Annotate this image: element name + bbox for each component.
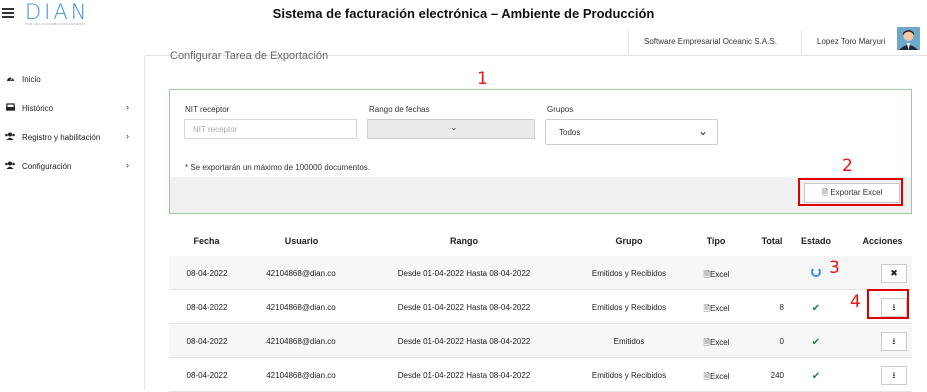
nit-input[interactable]: NIT receptor (184, 119, 357, 139)
table-row: 08-04-2022 42104868@dian.co Desde 01-04-… (169, 256, 912, 290)
check-icon: ✔ (811, 371, 821, 382)
page-title: Configurar Tarea de Exportación (170, 50, 329, 62)
check-icon: ✔ (811, 337, 821, 348)
close-icon: ✖ (890, 268, 898, 278)
sidebar-item-historico[interactable]: Histórico › (0, 97, 145, 119)
table-header: Fecha Usuario Rango Grupo Tipo Total Est… (169, 224, 912, 258)
cancel-button[interactable]: ✖ (881, 264, 907, 283)
processing-icon (809, 267, 823, 279)
download-button[interactable]: ⭳ (881, 332, 907, 351)
sidebar-item-configuracion[interactable]: Configuración › (0, 155, 145, 177)
sidebar: Inicio Histórico › Registro y habilitaci… (0, 56, 145, 390)
table-row: 08-04-2022 42104868@dian.co Desde 01-04-… (169, 290, 912, 324)
export-limit-note: * Se exportarán un máximo de 100000 docu… (185, 163, 371, 172)
download-icon: ⭳ (892, 336, 896, 346)
dashboard-icon (5, 74, 15, 84)
app-title: Sistema de facturación electrónica – Amb… (272, 6, 655, 21)
download-icon: ⭳ (892, 370, 896, 380)
download-button[interactable]: ⭳ (881, 366, 907, 385)
avatar[interactable] (897, 27, 920, 50)
highlight-export-button (798, 178, 903, 206)
users-icon (5, 132, 15, 142)
chevron-down-icon: ⌄ (450, 122, 458, 132)
top-header: DIAN POR UNA COLOMBIA MÁS HONESTA Sistem… (0, 0, 927, 29)
inbox-icon (5, 103, 15, 113)
company-name[interactable]: Software Empresarial Oceanic S.A.S. (644, 37, 777, 46)
date-range-select[interactable]: ⌄ (367, 119, 535, 139)
highlight-download-button (867, 289, 909, 319)
annotation-3: 3 (829, 258, 840, 278)
chevron-down-icon: ⌄ (697, 124, 708, 138)
date-range-label: Rango de fechas (369, 105, 430, 114)
table-row: 08-04-2022 42104868@dian.co Desde 01-04-… (169, 358, 912, 392)
groups-label: Grupos (547, 105, 574, 114)
chevron-right-icon: › (126, 160, 129, 170)
nit-label: NIT receptor (185, 105, 230, 114)
table-row: 08-04-2022 42104868@dian.co Desde 01-04-… (169, 324, 912, 358)
users-icon (5, 161, 15, 171)
chevron-right-icon: › (126, 131, 129, 141)
chevron-right-icon: › (126, 102, 129, 112)
user-name[interactable]: Lopez Toro Maryuri (817, 37, 885, 46)
sidebar-item-registro[interactable]: Registro y habilitación › (0, 126, 145, 148)
check-icon: ✔ (811, 303, 821, 314)
groups-select[interactable]: Todos ⌄ (545, 119, 718, 145)
sidebar-item-inicio[interactable]: Inicio (0, 68, 145, 90)
annotation-2: 2 (842, 156, 853, 176)
annotation-4: 4 (850, 292, 861, 312)
annotation-1: 1 (477, 69, 488, 89)
